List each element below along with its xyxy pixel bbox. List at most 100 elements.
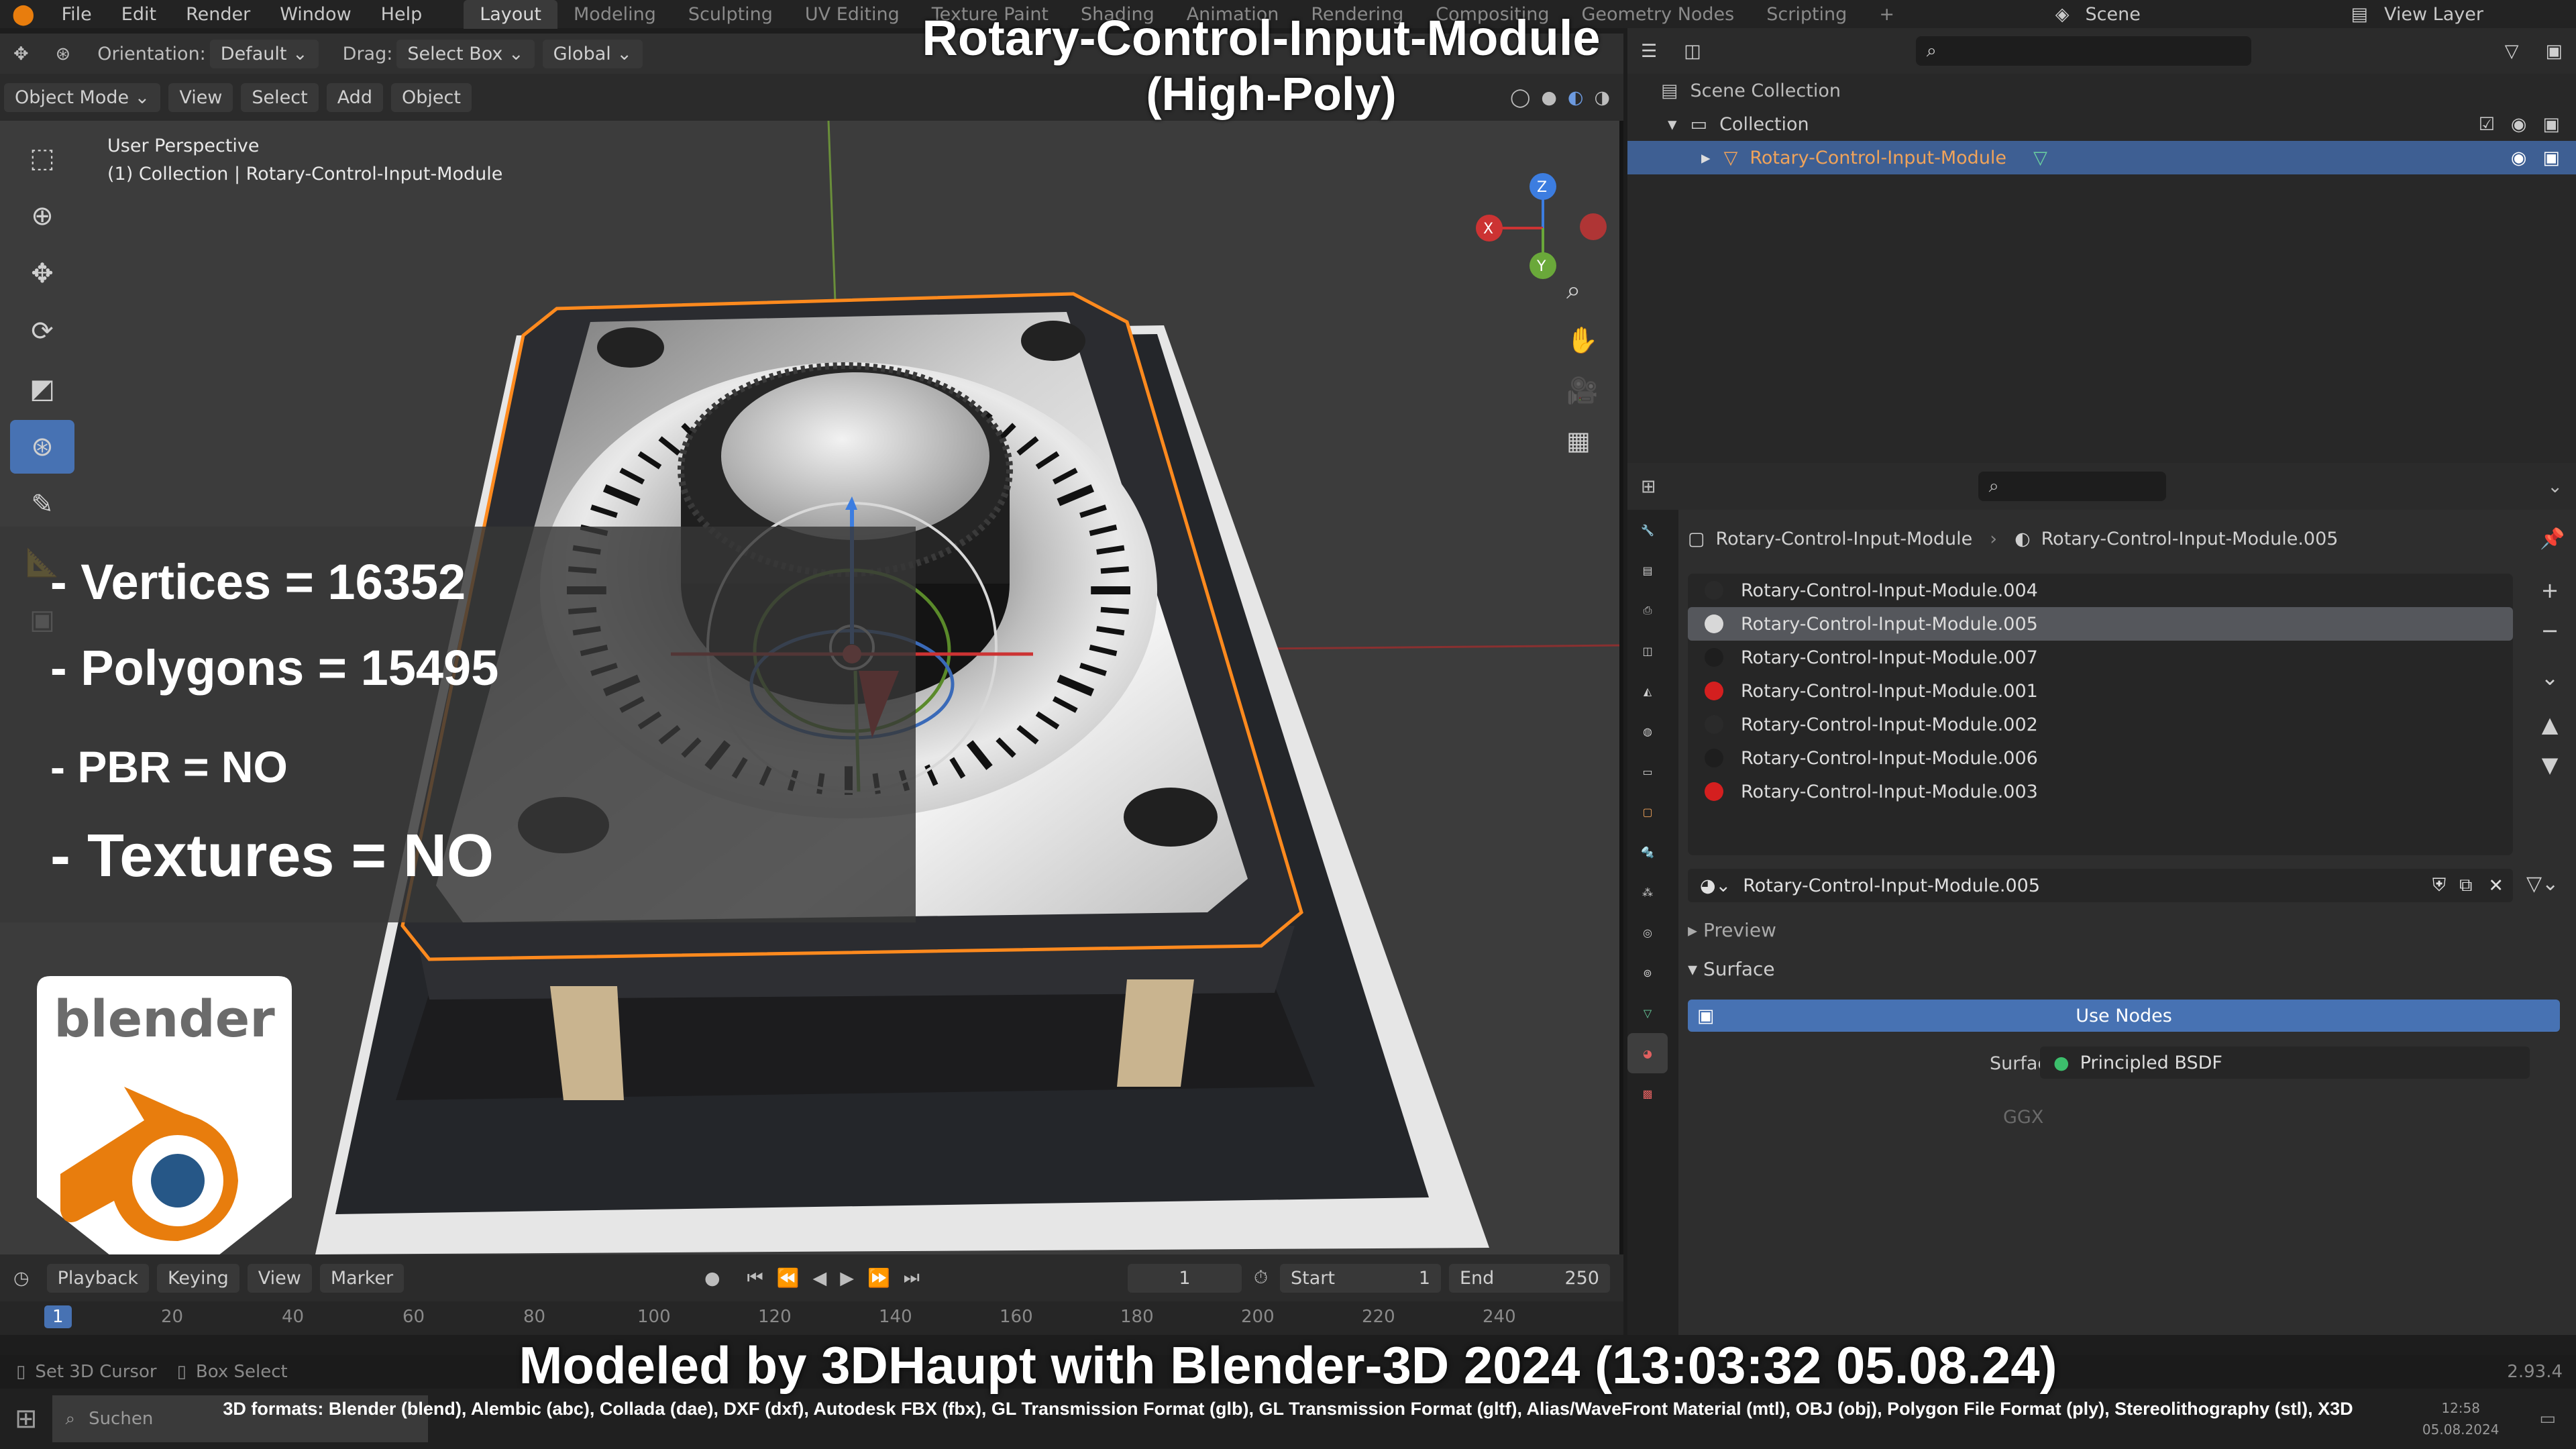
transform-pivot-icon[interactable]: ⊛: [56, 44, 71, 64]
texture-tab-icon[interactable]: ▩: [1627, 1073, 1668, 1114]
keying-menu[interactable]: Keying: [157, 1263, 239, 1293]
view-menu[interactable]: View: [168, 83, 233, 112]
distribution-field[interactable]: GGX: [2003, 1107, 2043, 1128]
shading-material-icon[interactable]: ◐: [1568, 87, 1584, 108]
shading-rendered-icon[interactable]: ◑: [1594, 87, 1610, 108]
preview-panel-header[interactable]: ▸ Preview: [1688, 919, 1776, 941]
particles-tab-icon[interactable]: ⁂: [1627, 872, 1668, 912]
material-browse-icon[interactable]: ◕⌄: [1700, 875, 1731, 896]
fake-user-icon[interactable]: ⛨: [2432, 875, 2446, 896]
move-up-icon[interactable]: ▲: [2533, 704, 2567, 745]
menu-window[interactable]: Window: [265, 4, 366, 25]
menu-help[interactable]: Help: [366, 4, 437, 25]
outliner-editor-icon[interactable]: ☰: [1641, 41, 1657, 62]
editor-type-icon[interactable]: ✥: [13, 44, 29, 64]
surface-panel-header[interactable]: ▾ Surface: [1688, 958, 1775, 980]
constraints-tab-icon[interactable]: ⊚: [1627, 953, 1668, 993]
link-dropdown-icon[interactable]: ▽⌄: [2526, 872, 2559, 896]
chevron-down-icon[interactable]: ⌄: [2547, 476, 2563, 497]
material-slot[interactable]: Rotary-Control-Input-Module.003: [1688, 775, 2513, 808]
material-tab-icon[interactable]: ◕: [1627, 1033, 1668, 1073]
material-slot-active[interactable]: Rotary-Control-Input-Module.005: [1688, 607, 2513, 641]
cursor-tool[interactable]: ⊕: [10, 189, 74, 243]
surface-shader-dropdown[interactable]: ● Principled BSDF: [2040, 1046, 2530, 1079]
world-tab-icon[interactable]: ◍: [1627, 711, 1668, 751]
outliner-search-input[interactable]: ⌕: [1915, 36, 2251, 66]
move-down-icon[interactable]: ▼: [2533, 745, 2567, 785]
material-slot-list[interactable]: Rotary-Control-Input-Module.004 Rotary-C…: [1688, 574, 2513, 855]
object-mode-dropdown[interactable]: Object Mode ⌄: [4, 83, 161, 112]
properties-search-input[interactable]: ⌕: [1978, 472, 2166, 501]
blender-icon[interactable]: ⬤: [0, 3, 47, 26]
timeline-ruler[interactable]: 1 20 40 60 80 100 120 140 160 180 200 22…: [0, 1301, 1623, 1335]
pan-hand-icon[interactable]: ✋: [1566, 325, 1598, 356]
checkbox-icon[interactable]: ☑: [2479, 114, 2495, 135]
current-frame-field[interactable]: 1: [1127, 1263, 1242, 1293]
render-camera-icon[interactable]: ▣: [2542, 148, 2560, 168]
add-workspace-button[interactable]: +: [1863, 0, 1911, 29]
zoom-icon[interactable]: ⌕: [1566, 275, 1580, 305]
add-slot-icon[interactable]: +: [2533, 570, 2567, 610]
viewport-divider[interactable]: [1619, 121, 1623, 1254]
collection-tab-icon[interactable]: ▭: [1627, 751, 1668, 792]
navigation-gizmo[interactable]: Z X Y: [1469, 148, 1617, 282]
scale-tool[interactable]: ◩: [10, 362, 74, 416]
material-slot[interactable]: Rotary-Control-Input-Module.007: [1688, 641, 2513, 674]
tool-tab-icon[interactable]: 🔧: [1627, 510, 1668, 550]
pin-icon[interactable]: 📌: [2540, 527, 2565, 551]
slot-specials-icon[interactable]: ⌄: [2533, 657, 2567, 698]
rotate-tool[interactable]: ⟳: [10, 305, 74, 358]
remove-slot-icon[interactable]: −: [2533, 610, 2567, 651]
transform-orientation-dropdown[interactable]: Global ⌄: [542, 39, 643, 68]
start-frame-field[interactable]: Start 1: [1280, 1263, 1441, 1293]
jump-start-icon[interactable]: ⏮: [747, 1267, 763, 1289]
outliner-row-scene-collection[interactable]: ▤ Scene Collection: [1627, 74, 2576, 107]
filter-icon[interactable]: ▽: [2505, 41, 2519, 62]
stopwatch-icon[interactable]: ⏱: [1254, 1267, 1268, 1289]
shading-solid-icon[interactable]: ●: [1541, 87, 1557, 108]
play-reverse-icon[interactable]: ◀: [812, 1268, 826, 1289]
properties-editor-icon[interactable]: ⊞: [1641, 476, 1656, 497]
material-datablock-field[interactable]: ◕⌄ Rotary-Control-Input-Module.005 ⛨ ⧉ ✕: [1688, 869, 2513, 902]
timeline-view-menu[interactable]: View: [247, 1263, 312, 1293]
annotate-tool[interactable]: ✎: [10, 478, 74, 531]
select-box-tool[interactable]: ⬚: [10, 131, 74, 185]
orientation-dropdown[interactable]: Default ⌄: [209, 39, 319, 68]
expand-arrow-icon[interactable]: ▾: [1668, 114, 1677, 135]
playback-menu[interactable]: Playback: [46, 1263, 150, 1293]
play-icon[interactable]: ▶: [840, 1268, 854, 1289]
jump-end-icon[interactable]: ⏭: [904, 1267, 920, 1289]
drag-dropdown[interactable]: Select Box ⌄: [396, 39, 535, 68]
select-menu[interactable]: Select: [241, 83, 319, 112]
output-tab-icon[interactable]: ⎙: [1627, 590, 1668, 631]
material-slot[interactable]: Rotary-Control-Input-Module.001: [1688, 674, 2513, 708]
marker-menu[interactable]: Marker: [319, 1263, 405, 1293]
menu-file[interactable]: File: [47, 4, 107, 25]
physics-tab-icon[interactable]: ◎: [1627, 912, 1668, 953]
render-tab-icon[interactable]: ▤: [1627, 550, 1668, 590]
jump-keyframe-forward-icon[interactable]: ⏩: [867, 1267, 890, 1289]
move-tool[interactable]: ✥: [10, 247, 74, 301]
playhead[interactable]: 1: [44, 1305, 72, 1328]
end-frame-field[interactable]: End 250: [1449, 1263, 1610, 1293]
timeline-editor-icon[interactable]: ◷: [13, 1268, 30, 1289]
menu-render[interactable]: Render: [171, 4, 265, 25]
outliner-row-object[interactable]: ▸ ▽ Rotary-Control-Input-Module ▽ ◉ ▣: [1627, 141, 2576, 174]
material-slot[interactable]: Rotary-Control-Input-Module.002: [1688, 708, 2513, 741]
shading-wireframe-icon[interactable]: ◯: [1510, 87, 1530, 108]
outliner-row-collection[interactable]: ▾ ▭ Collection ☑ ◉ ▣: [1627, 107, 2576, 141]
material-slot[interactable]: Rotary-Control-Input-Module.004: [1688, 574, 2513, 607]
tab-modeling[interactable]: Modeling: [557, 0, 672, 29]
expand-arrow-icon[interactable]: ▸: [1701, 148, 1711, 168]
scene-tab-icon[interactable]: ◭: [1627, 671, 1668, 711]
display-mode-icon[interactable]: ◫: [1684, 41, 1701, 62]
visibility-eye-icon[interactable]: ◉: [2511, 114, 2527, 135]
duplicate-icon[interactable]: ⧉: [2459, 875, 2472, 896]
camera-view-icon[interactable]: 🎥: [1566, 376, 1598, 406]
record-icon[interactable]: ●: [704, 1268, 720, 1289]
add-menu[interactable]: Add: [326, 83, 383, 112]
menu-edit[interactable]: Edit: [107, 4, 171, 25]
view-layer-selector[interactable]: View Layer: [2375, 4, 2576, 25]
tab-layout[interactable]: Layout: [464, 0, 558, 29]
new-collection-icon[interactable]: ▣: [2545, 41, 2563, 62]
